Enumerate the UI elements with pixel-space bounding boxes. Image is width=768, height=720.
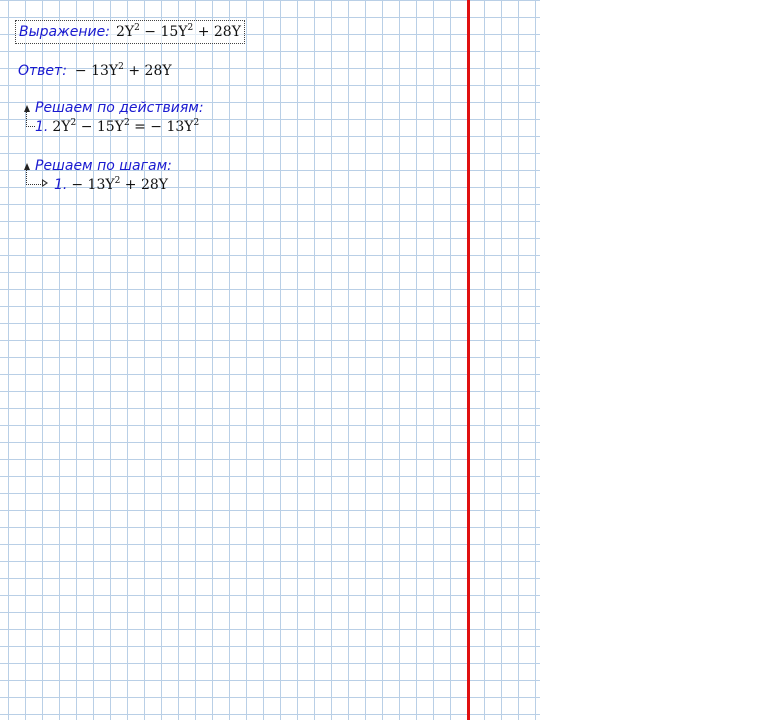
step-formula: − 13Y2 + 28Y <box>71 176 169 194</box>
step-number: 1. <box>35 119 49 135</box>
expression-label: Выражение: <box>19 24 110 40</box>
expression-box[interactable]: Выражение: 2Y2 − 15Y2 + 28Y <box>15 20 245 44</box>
tree-connector <box>26 111 35 127</box>
by-actions-header[interactable]: Решаем по действиям: <box>22 99 204 117</box>
answer-label: Ответ: <box>18 63 67 79</box>
answer-formula: − 13Y2 + 28Y <box>74 62 172 80</box>
expand-arrow-icon[interactable] <box>42 179 48 187</box>
step-number: 1. <box>54 177 68 193</box>
by-actions-step: 1. 2Y2 − 15Y2 = − 13Y2 <box>26 111 204 137</box>
expression-formula: 2Y2 − 15Y2 + 28Y <box>115 23 241 41</box>
by-steps-title: Решаем по шагам: <box>35 158 172 174</box>
margin-line <box>467 0 470 720</box>
by-actions-section: Решаем по действиям: 1. 2Y2 − 15Y2 = − 1… <box>22 99 204 137</box>
by-steps-section: Решаем по шагам: 1. − 13Y2 + 28Y <box>22 157 172 195</box>
step-formula: 2Y2 − 15Y2 = − 13Y2 <box>52 118 200 136</box>
by-steps-step[interactable]: 1. − 13Y2 + 28Y <box>26 169 172 195</box>
by-actions-title: Решаем по действиям: <box>35 100 204 116</box>
answer-row: Ответ: − 13Y2 + 28Y <box>18 60 172 82</box>
